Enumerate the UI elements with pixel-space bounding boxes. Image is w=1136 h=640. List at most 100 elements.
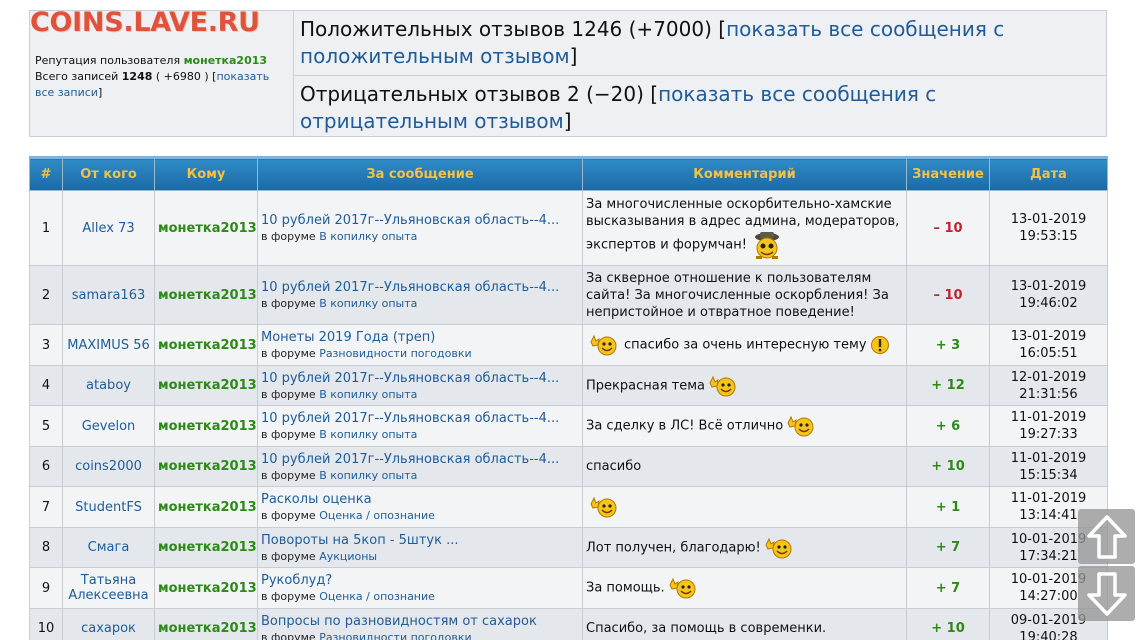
from-user-link[interactable]: StudentFS (75, 500, 142, 515)
site-logo[interactable]: COINS.LAVE.RU (30, 7, 260, 38)
row-to[interactable]: монетка2013 (154, 567, 258, 609)
row-from: Смага (62, 527, 155, 568)
row-value: – 10 (906, 190, 990, 266)
row-date: 13-01-2019 19:46:02 (989, 265, 1108, 325)
row-number: 7 (29, 486, 63, 528)
row-to[interactable]: монетка2013 (154, 265, 258, 325)
row-message: 10 рублей 2017г--Ульяновская область--4.… (257, 446, 583, 487)
row-to[interactable]: монетка2013 (154, 527, 258, 568)
from-user-link[interactable]: Gevelon (82, 419, 136, 434)
comment-text: Прекрасная тема (586, 378, 706, 393)
forum-prefix: в форуме (261, 549, 316, 563)
message-link[interactable]: 10 рублей 2017г--Ульяновская область--4.… (261, 452, 579, 467)
forum-link[interactable]: Разновидности погодовки (319, 631, 471, 640)
date-day: 10-01-2019 (1010, 531, 1087, 547)
date-time: 17:34:21 (1019, 548, 1078, 564)
from-user-link[interactable]: samara163 (72, 288, 146, 303)
row-comment: спасибо (582, 446, 907, 487)
scroll-down-button[interactable] (1078, 566, 1135, 621)
row-to[interactable]: монетка2013 (154, 486, 258, 528)
table-row: 9 Татьяна Алексеевна монетка2013 Рукоблуд? в… (29, 567, 1108, 609)
forum-link[interactable]: Аукционы (319, 550, 377, 563)
row-from: MAXIMUS 56 (62, 324, 155, 366)
row-message: 10 рублей 2017г--Ульяновская область--4.… (257, 190, 583, 266)
forum-link[interactable]: В копилку опыта (319, 297, 417, 310)
row-number: 5 (29, 405, 63, 447)
row-message: 10 рублей 2017г--Ульяновская область--4.… (257, 265, 583, 325)
message-link[interactable]: Монеты 2019 Года (треп) (261, 330, 579, 345)
from-user-link[interactable]: coins2000 (75, 459, 142, 474)
forum-info: в форуме Оценка / опознание (261, 590, 579, 603)
row-value: + 10 (906, 446, 990, 487)
forum-info: в форуме В копилку опыта (261, 297, 579, 310)
exclamation-smiley-icon (870, 336, 889, 354)
forum-info: в форуме Аукционы (261, 550, 579, 563)
date-time: 19:40:28 (1019, 629, 1078, 640)
comment-text: Лот получен, благодарю! (586, 540, 761, 555)
header-message: За сообщение (257, 156, 583, 191)
detective-smiley-icon (754, 232, 779, 259)
row-to[interactable]: монетка2013 (154, 190, 258, 266)
forum-prefix: в форуме (261, 297, 316, 310)
message-link[interactable]: 10 рублей 2017г--Ульяновская область--4.… (261, 411, 579, 426)
forum-link[interactable]: В копилку опыта (319, 469, 417, 482)
date-day: 13-01-2019 (1010, 329, 1087, 344)
reviews-summary: Положительных отзывов 1246 (+7000) [пока… (294, 11, 1106, 136)
message-link[interactable]: Рукоблуд? (261, 573, 579, 588)
row-number: 9 (29, 567, 63, 609)
forum-link[interactable]: В копилку опыта (319, 428, 417, 441)
row-from: samara163 (62, 265, 155, 325)
forum-info: в форуме В копилку опыта (261, 388, 579, 401)
forum-link[interactable]: В копилку опыта (319, 230, 417, 243)
header-to: Кому (154, 156, 258, 191)
from-user-link[interactable]: MAXIMUS 56 (67, 338, 150, 353)
row-number: 8 (29, 527, 63, 568)
table-row: 7 StudentFS монетка2013 Расколы оценка в фор… (29, 486, 1108, 528)
forum-prefix: в форуме (261, 590, 316, 603)
scroll-up-button[interactable] (1078, 509, 1135, 564)
from-user-link[interactable]: Татьяна Алексеевна (68, 573, 148, 603)
reputation-user[interactable]: монетка2013 (184, 54, 268, 67)
forum-info: в форуме В копилку опыта (261, 469, 579, 482)
row-value: + 10 (906, 608, 990, 640)
row-to[interactable]: монетка2013 (154, 324, 258, 366)
row-to[interactable]: монетка2013 (154, 405, 258, 447)
from-user-link[interactable]: ataboy (86, 378, 131, 393)
row-from: ataboy (62, 365, 155, 406)
forum-link[interactable]: В копилку опыта (319, 388, 417, 401)
message-link[interactable]: 10 рублей 2017г--Ульяновская область--4.… (261, 371, 579, 386)
comment-text: спасибо за очень интересную тему (624, 337, 867, 353)
message-link[interactable]: Вопросы по разновидностям от сахарок (261, 614, 579, 629)
from-user-link[interactable]: Смага (88, 540, 130, 555)
reputation-table: # От кого Кому За сообщение Комментарий … (29, 156, 1108, 640)
message-link[interactable]: 10 рублей 2017г--Ульяновская область--4.… (261, 213, 579, 228)
row-to[interactable]: монетка2013 (154, 446, 258, 487)
date-day: 13-01-2019 (1010, 279, 1087, 294)
message-link[interactable]: Расколы оценка (261, 492, 579, 507)
row-number: 4 (29, 365, 63, 406)
row-comment: За сделку в ЛС! Всё отлично (582, 405, 907, 447)
forum-link[interactable]: Оценка / опознание (319, 509, 435, 522)
from-user-link[interactable]: сахарок (81, 621, 136, 636)
header-value: Значение (906, 156, 990, 191)
header-from: От кого (62, 156, 155, 191)
forum-link[interactable]: Оценка / опознание (319, 590, 435, 603)
forum-info: в форуме В копилку опыта (261, 230, 579, 243)
from-user-link[interactable]: Allex 73 (82, 221, 134, 236)
header-num: # (29, 156, 63, 191)
row-from: Allex 73 (62, 190, 155, 266)
row-value: – 10 (906, 265, 990, 325)
row-to[interactable]: монетка2013 (154, 365, 258, 406)
row-date: 11-01-2019 15:15:34 (989, 446, 1108, 487)
forum-link[interactable]: Разновидности погодовки (319, 347, 471, 360)
date-time: 21:31:56 (1019, 386, 1078, 402)
row-number: 10 (29, 608, 63, 640)
forum-prefix: в форуме (261, 468, 316, 482)
row-to[interactable]: монетка2013 (154, 608, 258, 640)
message-link[interactable]: Повороты на 5коп - 5штук ... (261, 533, 579, 548)
thumbs-up-smiley-icon (709, 375, 736, 396)
message-link[interactable]: 10 рублей 2017г--Ульяновская область--4.… (261, 280, 579, 295)
forum-prefix: в форуме (261, 428, 316, 441)
positive-summary: Положительных отзывов 1246 (+7000) [пока… (300, 17, 1005, 68)
row-value: + 1 (906, 486, 990, 528)
